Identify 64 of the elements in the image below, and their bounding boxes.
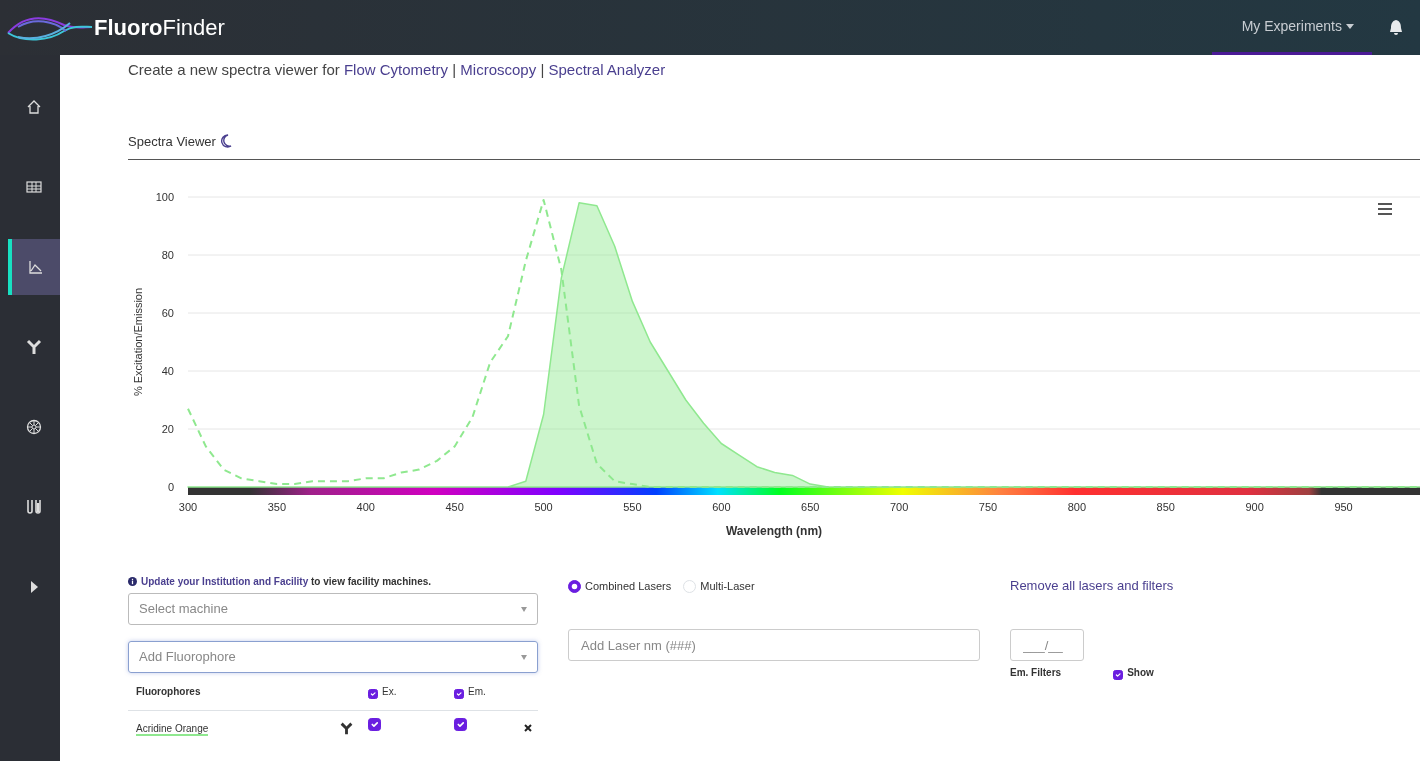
tick-label: 20	[161, 423, 174, 435]
excitation-label: Ex.	[382, 685, 397, 699]
fluorophore-name[interactable]: Acridine Orange	[136, 723, 209, 737]
bell-icon[interactable]	[1388, 18, 1404, 37]
tick-label: 350	[267, 501, 287, 513]
fluorophore-select[interactable]: Add Fluorophore	[128, 641, 538, 673]
wheel-icon	[26, 419, 42, 435]
tick-label: 900	[1245, 501, 1264, 513]
show-checkbox[interactable]	[1113, 670, 1124, 680]
test-tubes-icon	[26, 499, 42, 515]
tick-label: 450	[445, 501, 464, 513]
info-icon	[128, 577, 137, 586]
brand-name[interactable]: FluoroFinder	[94, 11, 225, 44]
laser-mode-label: Combined Lasers	[585, 578, 672, 594]
mode-link[interactable]: Microscopy	[460, 61, 537, 78]
antibody-icon	[26, 339, 42, 355]
experiments-menu[interactable]: My Experiments	[1211, 0, 1372, 55]
mode-link[interactable]: Spectral Analyzer	[548, 61, 666, 78]
emission-checkbox[interactable]	[454, 718, 467, 732]
tick-label: 0	[167, 481, 174, 493]
machine-select[interactable]: Select machine	[128, 593, 538, 625]
emission-checkbox[interactable]	[454, 689, 464, 699]
intro-text: Create a new spectra viewer for Flow Cytometry | Microscopy | Spectral Analyzer	[128, 60, 667, 80]
excitation-checkbox[interactable]	[368, 689, 378, 699]
axis-title: Wavelength (nm)	[725, 524, 823, 538]
tick-label: 650	[801, 501, 820, 513]
facility-notice: Update your Institution and Facility to view facility machines.	[141, 575, 432, 589]
viewer-title: Spectra Viewer	[128, 132, 216, 151]
close-icon[interactable]	[524, 724, 532, 732]
moon-icon[interactable]	[219, 134, 232, 149]
tick-label: 100	[155, 191, 174, 203]
menu-icon[interactable]	[1378, 203, 1392, 215]
laser-mode-radio[interactable]	[568, 579, 581, 593]
tick-label: 300	[178, 501, 198, 513]
tick-label: 400	[356, 501, 375, 513]
axis-title: % Excitation/Emission	[132, 287, 144, 397]
tick-label: 600	[712, 501, 731, 513]
show-label: Show	[1127, 666, 1154, 680]
excitation-checkbox[interactable]	[368, 718, 381, 732]
tick-label: 800	[1067, 501, 1087, 513]
tick-label: 750	[978, 501, 998, 513]
antibody-icon[interactable]	[340, 722, 353, 736]
sidebar-item[interactable]	[8, 239, 60, 295]
home-icon	[26, 99, 42, 115]
remove-all-link[interactable]: Remove all lasers and filters	[1010, 576, 1174, 596]
filter-input[interactable]: ___/__	[1010, 629, 1084, 661]
mode-link[interactable]: Flow Cytometry	[343, 61, 449, 78]
emission-label: Em.	[468, 685, 486, 699]
tick-label: 500	[534, 501, 553, 513]
grid-icon	[26, 179, 42, 195]
tick-label: 550	[623, 501, 642, 513]
tick-label: 850	[1156, 501, 1175, 513]
filters-label: Em. Filters	[1010, 666, 1062, 680]
chart-icon	[28, 259, 44, 275]
column-header: Fluorophores	[135, 685, 202, 699]
tick-label: 60	[161, 307, 174, 319]
laser-mode-label: Multi-Laser	[700, 578, 755, 594]
tick-label: 40	[161, 365, 174, 377]
institution-link[interactable]: Update your Institution and Facility	[141, 576, 309, 587]
laser-input[interactable]: Add Laser nm (###)	[568, 629, 980, 661]
tick-label: 950	[1334, 501, 1353, 513]
caret-icon	[1346, 24, 1354, 30]
tick-label: 700	[889, 501, 909, 513]
tick-label: 80	[161, 249, 174, 261]
